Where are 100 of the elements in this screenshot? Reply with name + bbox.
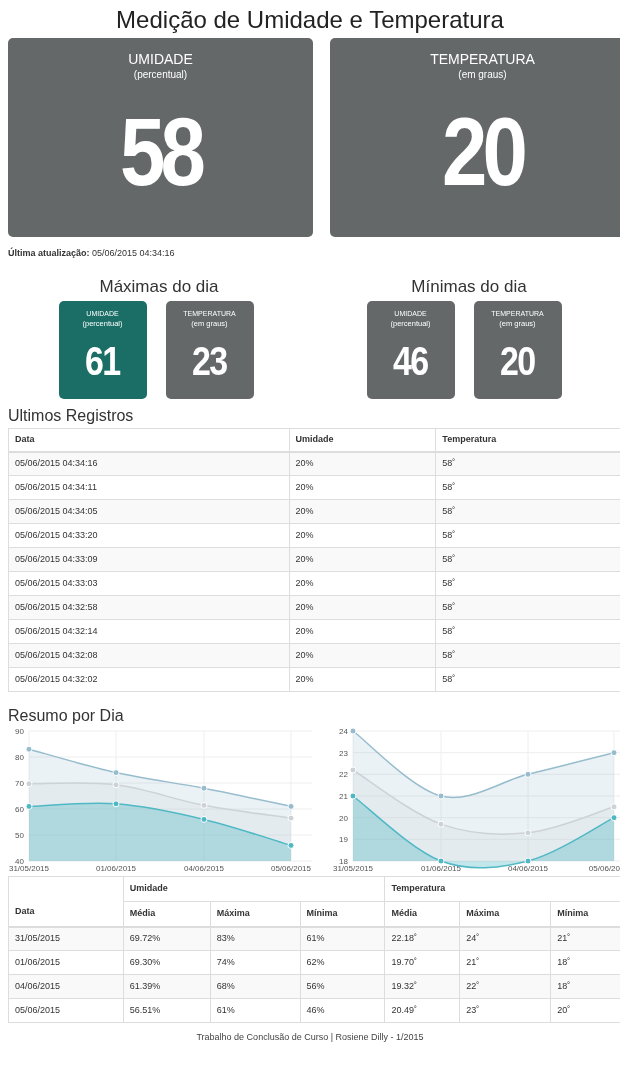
data-point	[25, 802, 33, 810]
axis-label: 50	[15, 831, 24, 840]
table-cell: 20%	[289, 451, 436, 476]
column-header: Umidade	[123, 876, 385, 902]
table-cell: 23˚	[459, 998, 551, 1023]
data-point	[610, 814, 618, 822]
table-cell: 20%	[289, 619, 436, 644]
column-header: Máxima	[210, 901, 301, 927]
axis-label: 04/06/2015	[184, 864, 224, 873]
table-cell: 20%	[289, 547, 436, 572]
axis-label: 05/06/2015	[271, 864, 311, 873]
axis-label: 19	[339, 835, 348, 845]
table-cell: 20%	[289, 475, 436, 500]
table-cell: 69.72%	[123, 926, 211, 951]
data-point	[524, 770, 532, 778]
table-cell: 05/06/2015 04:34:05	[8, 499, 289, 524]
axis-label: 24	[339, 727, 348, 736]
section-title: Ultimos Registros	[7, 406, 135, 426]
section-title: Máximas do dia	[99, 277, 219, 298]
data-point	[112, 781, 120, 789]
column-header: Temperatura	[384, 876, 620, 902]
axis-label: 70	[15, 779, 24, 788]
table-cell: 20.49˚	[384, 998, 460, 1023]
table-cell: 22.18˚	[384, 926, 460, 951]
table-cell: 61%	[210, 998, 301, 1023]
table-cell: 05/06/2015 04:32:02	[8, 667, 289, 692]
axis-label: 18	[339, 857, 348, 866]
column-header: Média	[123, 901, 211, 927]
data-point	[524, 857, 532, 865]
card-value: 61	[85, 341, 120, 381]
table-cell: 19.32˚	[384, 974, 460, 999]
table-cell: 20%	[289, 499, 436, 524]
axis-label: 31/05/2015	[9, 864, 49, 873]
axis-label: 31/05/2015	[333, 864, 373, 873]
axis-label: 22	[339, 770, 348, 780]
table-cell: 61%	[300, 926, 385, 951]
axis-label: 01/06/2015	[421, 864, 461, 873]
axis-label: 23	[339, 748, 348, 758]
card-label: UMIDADE	[128, 50, 193, 68]
card-label: TEMPERATURA	[430, 50, 535, 68]
data-point	[287, 814, 295, 822]
axis-label: 04/06/2015	[508, 864, 548, 873]
column-header: Data	[8, 876, 124, 927]
card-unit: (percentual)	[133, 68, 188, 82]
table-cell: 19.70˚	[384, 950, 460, 975]
table-cell: 83%	[210, 926, 301, 951]
data-point	[437, 820, 445, 828]
table-cell: 68%	[210, 974, 301, 999]
table-cell: 05/06/2015 04:32:08	[8, 643, 289, 668]
axis-label: 05/06/20	[588, 864, 620, 873]
axis-label: 21	[339, 792, 348, 801]
table-cell: 24˚	[459, 926, 551, 951]
table-cell: 61.39%	[123, 974, 211, 999]
table-cell: 20%	[289, 643, 436, 668]
data-point	[349, 727, 357, 735]
data-point	[349, 766, 357, 774]
column-header: Umidade	[289, 428, 436, 452]
table-cell: 62%	[300, 950, 385, 975]
card-unit: (em graus)	[458, 68, 507, 82]
data-point	[437, 857, 445, 865]
data-point	[524, 829, 532, 837]
table-cell: 22˚	[459, 974, 551, 999]
table-cell: 05/06/2015 04:34:11	[8, 475, 289, 500]
column-header: Máxima	[459, 901, 551, 927]
data-point	[25, 780, 33, 788]
table-cell: 20%	[289, 595, 436, 620]
card-value: 20	[442, 104, 523, 200]
axis-label: 01/06/2015	[96, 864, 136, 873]
table-cell: 31/05/2015	[8, 926, 124, 951]
data-point	[287, 841, 295, 849]
data-point	[437, 792, 445, 800]
data-point	[200, 815, 208, 823]
table-cell: 74%	[210, 950, 301, 975]
table-cell: 05/06/2015 04:34:16	[8, 451, 289, 476]
data-point	[25, 745, 33, 753]
data-point	[610, 803, 618, 811]
axis-label: 20	[339, 813, 348, 823]
page-title: Medição de Umidade e Temperatura	[115, 5, 505, 35]
data-point	[112, 800, 120, 808]
last-update: Última atualização: 05/06/2015 04:34:16	[7, 247, 176, 259]
axis-label: 90	[15, 727, 24, 736]
card-value: 23	[192, 341, 227, 381]
data-point	[349, 792, 357, 800]
data-point	[200, 784, 208, 792]
table-cell: 20%	[289, 571, 436, 596]
axis-label: 80	[15, 753, 24, 762]
card-value: 58	[120, 104, 201, 200]
table-cell: 20%	[289, 523, 436, 548]
column-header: Média	[384, 901, 460, 927]
data-point	[287, 802, 295, 810]
card-value: 20	[500, 341, 535, 381]
table-cell: 04/06/2015	[8, 974, 124, 999]
section-title: Mínimas do dia	[411, 277, 527, 298]
data-point	[200, 801, 208, 809]
table-cell: 56%	[300, 974, 385, 999]
table-cell: 01/06/2015	[8, 950, 124, 975]
table-cell: 05/06/2015	[8, 998, 124, 1023]
data-point	[610, 749, 618, 757]
table-cell: 05/06/2015 04:32:58	[8, 595, 289, 620]
column-header: Mínima	[300, 901, 385, 927]
